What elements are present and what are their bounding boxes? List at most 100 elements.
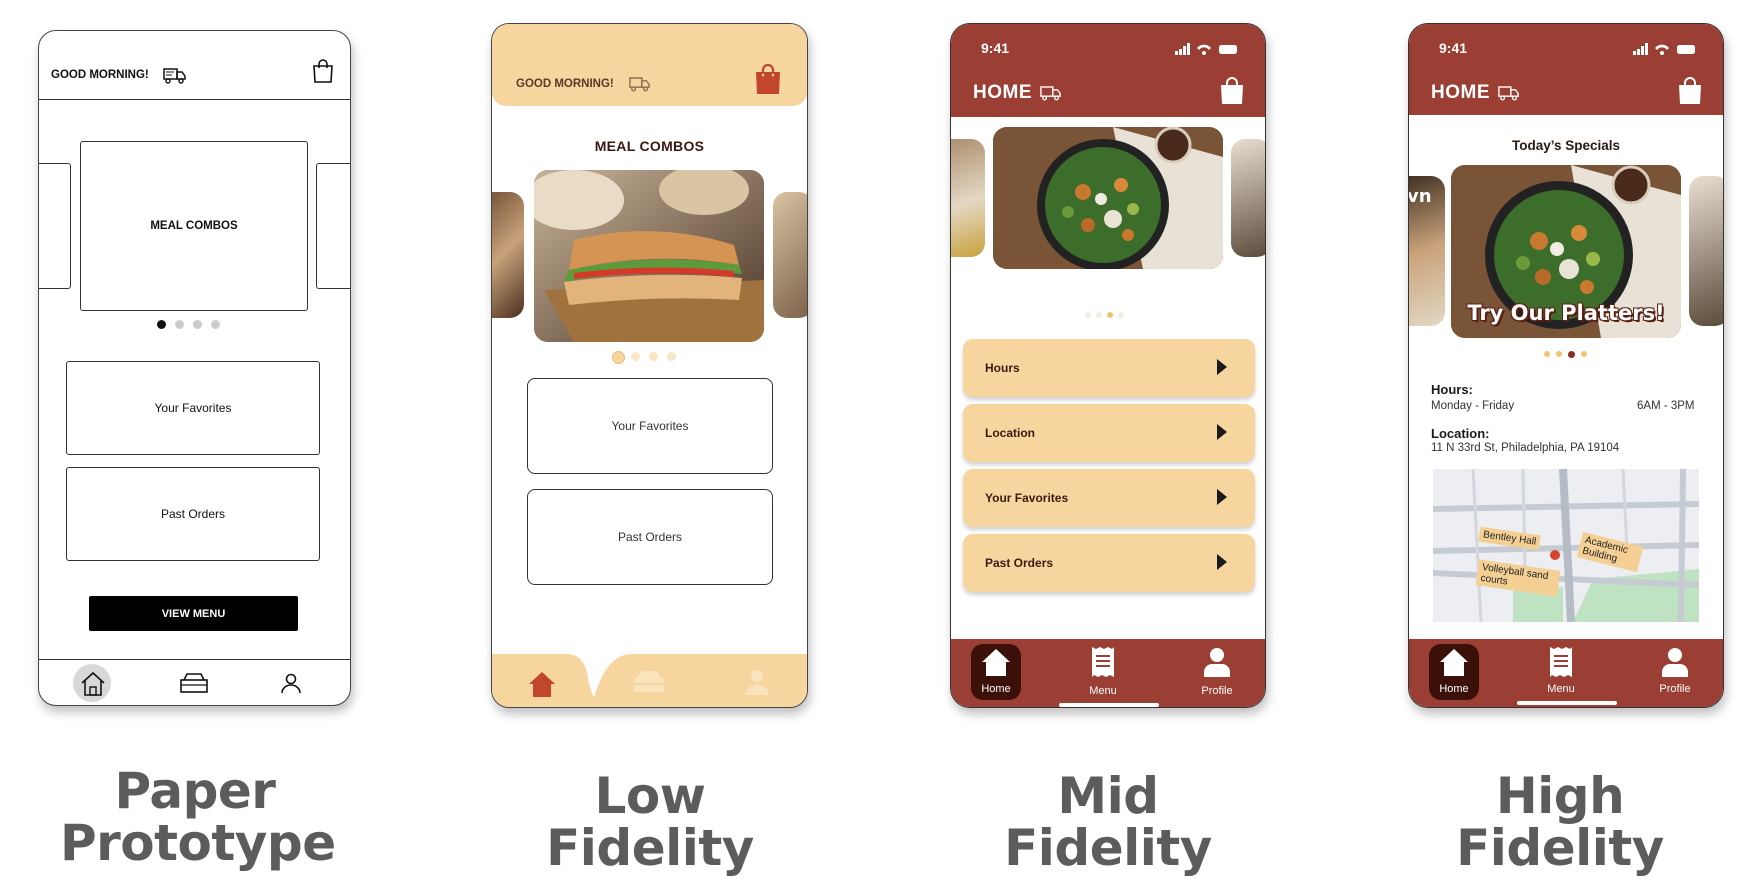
your-favorites-label: Your Favorites — [611, 419, 689, 433]
caption-line: Low — [594, 767, 706, 825]
past-orders-row[interactable]: Past Orders — [963, 534, 1255, 592]
your-favorites-row[interactable]: Your Favorites — [963, 469, 1255, 527]
carousel-dot[interactable] — [649, 352, 658, 361]
sandwich-image — [534, 170, 764, 342]
carousel-prev-image[interactable] — [492, 192, 524, 318]
greeting-text: GOOD MORNING! — [51, 69, 149, 81]
low-fidelity-phone: GOOD MORNING! MEAL COMBOS Your Favorites… — [491, 23, 808, 708]
carousel-dot[interactable] — [1544, 351, 1550, 357]
carousel-dot[interactable] — [667, 352, 676, 361]
page-title: HOME — [973, 82, 1032, 103]
carousel-dot-active[interactable] — [157, 320, 166, 329]
takeout-box-icon[interactable] — [631, 668, 667, 696]
row-label: Location — [985, 426, 1035, 440]
nav-label-home[interactable]: Home — [1419, 683, 1489, 695]
your-favorites-label: Your Favorites — [154, 401, 232, 415]
shopping-bag-icon[interactable] — [753, 62, 783, 96]
nav-label-home[interactable]: Home — [961, 683, 1031, 695]
takeout-box-icon[interactable] — [178, 671, 210, 695]
caption-line: High — [1495, 767, 1625, 825]
hours-row[interactable]: Hours — [963, 339, 1255, 397]
delivery-truck-icon[interactable] — [1040, 84, 1062, 101]
carousel-dot-active[interactable] — [612, 351, 625, 364]
your-favorites-button[interactable]: Your Favorites — [66, 361, 320, 455]
your-favorites-button[interactable]: Your Favorites — [527, 378, 773, 474]
carousel-dot[interactable] — [193, 320, 202, 329]
carousel-dot[interactable] — [1118, 312, 1124, 318]
caption-line: Paper — [114, 762, 276, 820]
chevron-right-icon — [1217, 489, 1227, 505]
nav-label-menu[interactable]: Menu — [1068, 685, 1138, 697]
profile-icon[interactable] — [279, 671, 303, 695]
nav-label-profile[interactable]: Profile — [1640, 683, 1710, 695]
past-orders-button[interactable]: Past Orders — [527, 489, 773, 585]
past-orders-button[interactable]: Past Orders — [66, 467, 320, 561]
nav-label-menu[interactable]: Menu — [1526, 683, 1596, 695]
carousel-prev-image[interactable]: vn — [1408, 176, 1445, 326]
prev-banner-text: vn — [1408, 186, 1432, 207]
location-row[interactable]: Location — [963, 404, 1255, 462]
carousel-dot[interactable] — [1096, 312, 1102, 318]
carousel-prev-image[interactable] — [951, 139, 985, 257]
hours-days: Monday - Friday — [1431, 400, 1515, 412]
view-menu-button[interactable]: VIEW MENU — [89, 596, 298, 631]
carousel-dot-active[interactable] — [1107, 312, 1113, 318]
home-icon[interactable] — [1439, 647, 1469, 677]
home-icon[interactable] — [78, 669, 108, 699]
chevron-right-icon — [1217, 424, 1227, 440]
carousel-dot[interactable] — [211, 320, 220, 329]
view-menu-label: VIEW MENU — [161, 607, 226, 620]
delivery-truck-icon[interactable] — [1498, 84, 1520, 101]
carousel-image-salad[interactable] — [993, 127, 1223, 269]
carousel-next-image[interactable] — [1689, 176, 1723, 326]
carousel-label: MEAL COMBOS — [150, 220, 238, 232]
caption-line: Fidelity — [546, 819, 754, 877]
delivery-truck-icon[interactable] — [629, 75, 651, 92]
profile-icon[interactable] — [1202, 646, 1232, 678]
caption-low-fidelity: Low Fidelity — [510, 770, 790, 874]
delivery-truck-icon[interactable] — [163, 66, 187, 84]
status-icons — [1175, 43, 1237, 55]
location-label: Location: — [1431, 426, 1490, 441]
row-label: Past Orders — [985, 556, 1054, 570]
home-icon[interactable] — [981, 647, 1011, 677]
caption-line: Prototype — [60, 814, 336, 872]
shopping-bag-icon[interactable] — [1677, 76, 1703, 106]
carousel-image-platters[interactable]: Try Our Platters! — [1451, 165, 1681, 338]
carousel-image-sandwich[interactable] — [534, 170, 764, 342]
status-time: 9:41 — [981, 40, 1010, 56]
status-icons — [1633, 43, 1695, 55]
salad-image — [993, 127, 1223, 269]
carousel-next-card[interactable] — [316, 163, 350, 289]
home-indicator — [1517, 701, 1617, 705]
carousel-dot[interactable] — [1581, 351, 1587, 357]
header-divider — [39, 99, 350, 101]
location-map[interactable]: Bentley Hall Academic Building Volleybal… — [1433, 469, 1699, 622]
carousel-dot-active[interactable] — [1568, 351, 1575, 358]
carousel-card-meal-combos[interactable]: MEAL COMBOS — [80, 141, 308, 311]
carousel-next-image[interactable] — [773, 192, 807, 318]
carousel-next-image[interactable] — [1231, 139, 1265, 257]
profile-icon[interactable] — [1660, 646, 1690, 678]
hours-time: 6AM - 3PM — [1637, 400, 1695, 412]
carousel-prev-card[interactable] — [39, 163, 71, 289]
menu-receipt-icon[interactable] — [1091, 646, 1115, 678]
specials-title: Today’s Specials — [1511, 138, 1621, 153]
carousel-dot[interactable] — [1085, 312, 1091, 318]
carousel-dot[interactable] — [175, 320, 184, 329]
caption-paper-prototype: Paper Prototype — [60, 762, 336, 872]
profile-icon[interactable] — [742, 667, 772, 697]
carousel-dot[interactable] — [1556, 351, 1562, 357]
shopping-bag-icon[interactable] — [1219, 76, 1245, 106]
hours-label: Hours: — [1431, 382, 1473, 397]
chevron-right-icon — [1217, 554, 1227, 570]
carousel-dot[interactable] — [631, 352, 640, 361]
shopping-bag-icon[interactable] — [311, 58, 335, 84]
nav-label-profile[interactable]: Profile — [1182, 685, 1252, 697]
past-orders-label: Past Orders — [160, 507, 226, 521]
home-icon[interactable] — [527, 670, 557, 698]
caption-mid-fidelity: Mid Fidelity — [968, 770, 1248, 874]
chevron-right-icon — [1217, 359, 1227, 375]
greeting-text: GOOD MORNING! — [516, 78, 614, 90]
menu-receipt-icon[interactable] — [1549, 646, 1573, 678]
